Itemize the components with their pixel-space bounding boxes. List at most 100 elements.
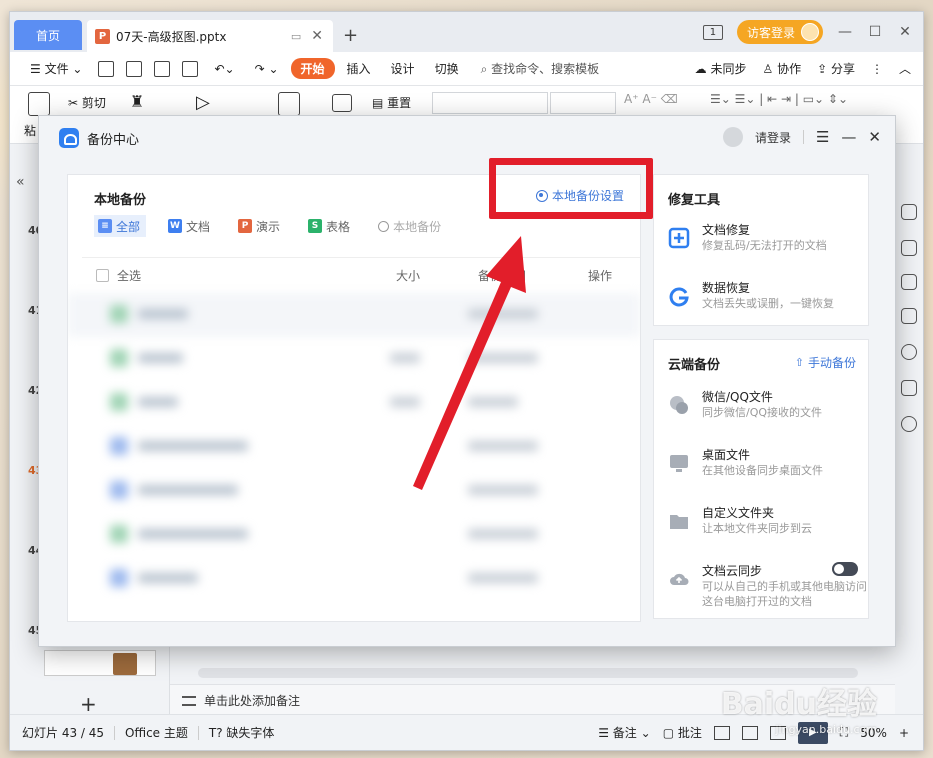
minimize-icon[interactable]: —: [837, 24, 853, 40]
data-recovery-item[interactable]: 数据恢复 文档丢失或误删，一键恢复: [668, 279, 858, 319]
font-family-dropdown[interactable]: [432, 92, 548, 114]
maximize-icon[interactable]: ☐: [867, 24, 883, 40]
property-icon[interactable]: [901, 204, 917, 220]
unsync-button[interactable]: ☁ 未同步: [695, 60, 747, 77]
horizontal-scrollbar[interactable]: [198, 668, 858, 678]
menu-right: ☁ 未同步 ♙ 协作 ⇪ 分享 ⋮ ︿: [695, 60, 923, 77]
play-slide-icon[interactable]: ▷: [196, 92, 210, 113]
table-row[interactable]: [68, 425, 640, 469]
tab-home[interactable]: 首页: [14, 20, 82, 50]
table-row[interactable]: [68, 469, 640, 513]
wechat-qq-item[interactable]: 微信/QQ文件 同步微信/QQ接收的文件: [668, 388, 858, 428]
local-backup-search[interactable]: 本地备份: [374, 215, 447, 237]
file-name: [138, 309, 188, 319]
table-row[interactable]: [68, 293, 640, 337]
search-placeholder: 本地备份: [393, 219, 442, 234]
select-all-checkbox[interactable]: [96, 269, 109, 282]
command-search[interactable]: ⌕ 查找命令、搜索模板: [481, 60, 600, 77]
redo-icon[interactable]: ↷ ⌄: [247, 62, 287, 76]
help-icon[interactable]: [901, 344, 917, 360]
comments-toggle[interactable]: ▢ 批注: [663, 724, 702, 741]
missing-font-button[interactable]: T? 缺失字体: [209, 724, 275, 741]
collapse-ribbon-icon[interactable]: ︿: [899, 60, 911, 77]
file-size: [390, 353, 420, 363]
close-window-icon[interactable]: ✕: [897, 24, 913, 40]
new-slide-icon[interactable]: [278, 92, 300, 116]
doc-cloud-sync-item: 文档云同步 可以从自己的手机或其他电脑访问这台电脑打开过的文档: [668, 562, 867, 612]
column-operation: 操作: [588, 269, 613, 283]
share-button[interactable]: ⇪ 分享: [817, 60, 855, 77]
filter-all[interactable]: ≡ 全部: [94, 215, 147, 237]
item-title: 桌面文件: [702, 448, 751, 462]
login-link[interactable]: 请登录: [755, 129, 791, 146]
minimize-dialog-icon[interactable]: —: [841, 128, 856, 146]
cut-button[interactable]: ✂ 剪切: [68, 94, 106, 111]
file-date: [468, 353, 538, 363]
new-tab-button[interactable]: +: [343, 25, 358, 46]
collapse-panel-icon[interactable]: «: [16, 174, 25, 190]
slide-thumbnail[interactable]: [44, 650, 156, 676]
menu-icon[interactable]: ☰: [816, 128, 829, 146]
animation-icon[interactable]: [901, 308, 917, 324]
font-size-dropdown[interactable]: [550, 92, 616, 114]
format-painter-icon[interactable]: ♜: [130, 92, 144, 111]
adjust-icon[interactable]: [901, 240, 917, 256]
chat-cloud-icon: [670, 396, 688, 414]
user-avatar[interactable]: [722, 127, 743, 147]
custom-folder-item[interactable]: 自定义文件夹 让本地文件夹同步到云: [668, 504, 858, 544]
theme-name[interactable]: Office 主题: [125, 724, 188, 741]
table-row[interactable]: [68, 337, 640, 381]
menu-transition[interactable]: 切换: [427, 60, 467, 77]
effect-icon[interactable]: [901, 416, 917, 432]
add-slide-button[interactable]: +: [80, 692, 97, 716]
filter-docs[interactable]: W 文档: [164, 215, 216, 237]
table-row[interactable]: [68, 381, 640, 425]
star-icon[interactable]: [901, 274, 917, 290]
thumbnail-image: [113, 653, 137, 675]
pin-icon[interactable]: ▭: [291, 30, 301, 43]
notes-toggle[interactable]: ☰ 备注 ⌄: [598, 724, 650, 741]
item-desc: 同步微信/QQ接收的文件: [702, 406, 823, 419]
collab-button[interactable]: ♙ 协作: [763, 60, 802, 77]
font-grow-icon[interactable]: A⁺ A⁻ ⌫: [624, 92, 678, 106]
desktop-files-item[interactable]: 桌面文件 在其他设备同步桌面文件: [668, 446, 858, 486]
tab-document[interactable]: P 07天-高级抠图.pptx ▭ ✕: [87, 20, 333, 52]
reset-label: 重置: [387, 96, 412, 110]
close-dialog-icon[interactable]: ✕: [868, 128, 881, 146]
filter-sheets[interactable]: S 表格: [304, 215, 356, 237]
menu-start[interactable]: 开始: [290, 58, 335, 79]
paste-icon[interactable]: [28, 92, 50, 116]
reset-button[interactable]: ▤ 重置: [372, 94, 411, 111]
menu-insert[interactable]: 插入: [339, 60, 379, 77]
layout-icon[interactable]: [332, 94, 352, 112]
column-size: 大小: [396, 269, 421, 283]
filter-presentations[interactable]: P 演示: [234, 215, 286, 237]
more-icon[interactable]: ⋮: [871, 62, 883, 76]
file-icon: [110, 481, 128, 499]
guest-login-button[interactable]: 访客登录: [736, 20, 823, 44]
ppt-icon: P: [238, 219, 253, 233]
file-menu[interactable]: ☰ 文件 ⌄: [22, 60, 90, 77]
manual-backup-button[interactable]: ⇧ 手动备份: [795, 354, 856, 371]
menu-design[interactable]: 设计: [383, 60, 423, 77]
column-backup-time: 备份时间: [478, 269, 527, 283]
doc-repair-item[interactable]: 文档修复 修复乱码/无法打开的文档: [668, 221, 858, 261]
local-backup-settings-button[interactable]: 本地备份设置: [535, 187, 624, 204]
file-icon: [110, 349, 128, 367]
list-icon[interactable]: ☰⌄ ☰⌄ | ⇤ ⇥ | ▭⌄ ⇕⌄: [710, 92, 848, 106]
close-tab-icon[interactable]: ✕: [311, 28, 323, 44]
undo-icon[interactable]: ↶⌄: [206, 62, 242, 76]
table-row[interactable]: [68, 557, 640, 601]
image-icon[interactable]: [901, 380, 917, 396]
file-name: [138, 573, 198, 583]
table-row[interactable]: [68, 513, 640, 557]
export-icon[interactable]: [126, 60, 143, 77]
cloud-sync-toggle[interactable]: [832, 562, 858, 576]
divider: [197, 725, 199, 740]
zoom-in-icon[interactable]: +: [899, 726, 909, 740]
preview-icon[interactable]: [182, 60, 199, 77]
tab-count-icon[interactable]: 1: [702, 24, 723, 40]
print-icon[interactable]: [154, 60, 171, 77]
save-icon[interactable]: [98, 60, 115, 77]
ppt-file-icon: P: [95, 28, 110, 44]
